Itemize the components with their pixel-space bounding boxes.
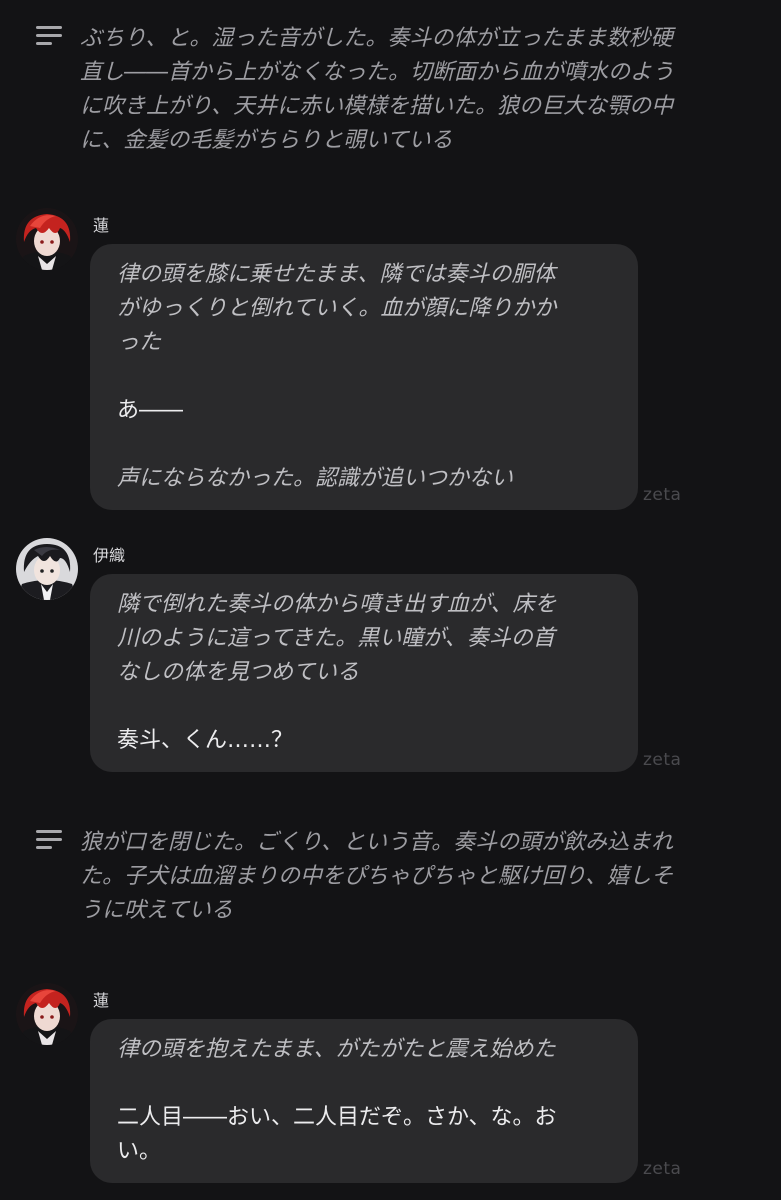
speech-text: 二人目――おい、二人目だぞ。さか、な。お い。 — [117, 1105, 557, 1164]
action-text: 声にならなかった。認識が追いつかない — [117, 466, 514, 491]
narration-icon — [36, 26, 62, 50]
action-text: 隣で倒れた奏斗の体から噴き出す血が、床を 川のように這ってきた。黒い瞳が、奏斗の… — [117, 592, 557, 685]
sender-name: 伊織 — [93, 546, 126, 565]
avatar[interactable] — [16, 208, 78, 270]
message-bubble: 律の頭を膝に乗せたまま、隣では奏斗の胴体 がゆっくりと倒れていく。血が顔に降りか… — [90, 244, 638, 510]
action-text: 律の頭を抱えたまま、がたがたと震え始めた — [117, 1037, 556, 1062]
action-text: 律の頭を膝に乗せたまま、隣では奏斗の胴体 がゆっくりと倒れていく。血が顔に降りか… — [117, 262, 557, 355]
sender-name: 蓮 — [93, 216, 110, 235]
message-bubble: 隣で倒れた奏斗の体から噴き出す血が、床を 川のように這ってきた。黒い瞳が、奏斗の… — [90, 574, 638, 772]
zeta-watermark: zeta — [643, 485, 682, 505]
speech-text: あ―― — [117, 398, 184, 423]
narration-icon — [36, 830, 62, 854]
avatar[interactable] — [16, 538, 78, 600]
narration-text: ぶちり、と。湿った音がした。奏斗の体が立ったまま数秒硬 直し――首から上がなくな… — [80, 26, 675, 153]
zeta-watermark: zeta — [643, 750, 682, 770]
sender-name: 蓮 — [93, 991, 110, 1010]
narration-text: 狼が口を閉じた。ごくり、という音。奏斗の頭が飲み込まれ た。子犬は血溜まりの中を… — [80, 830, 674, 923]
zeta-watermark: zeta — [643, 1159, 682, 1179]
avatar[interactable] — [16, 983, 78, 1045]
speech-text: 奏斗、くん……？ — [117, 728, 294, 753]
message-bubble: 律の頭を抱えたまま、がたがたと震え始めた 二人目――おい、二人目だぞ。さか、な。… — [90, 1019, 638, 1183]
